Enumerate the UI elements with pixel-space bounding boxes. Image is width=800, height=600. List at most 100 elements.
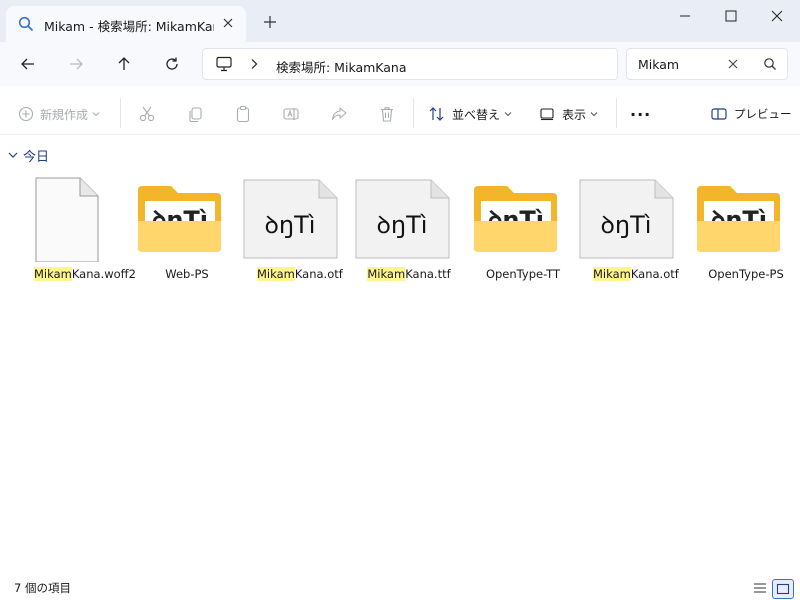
file-item[interactable]: ꝺŋTì MikamKana.otf (241, 174, 351, 304)
more-options-label: ··· (630, 104, 652, 124)
rename-button[interactable] (282, 102, 300, 126)
new-tab-icon[interactable] (262, 14, 278, 30)
up-button[interactable] (114, 54, 134, 74)
file-name: MikamKana.ttf (357, 267, 461, 281)
file-thumbnail (30, 176, 140, 262)
clear-search-icon[interactable] (727, 58, 739, 70)
file-name-rest: Kana.otf (294, 267, 343, 281)
group-header-today[interactable]: 今日 (8, 146, 50, 165)
chevron-down-icon (8, 152, 18, 158)
font-file-icon: ꝺŋTì (355, 179, 450, 259)
close-icon (771, 10, 783, 22)
address-location: 検索場所: MikamKana (276, 60, 407, 75)
refresh-button[interactable] (162, 54, 182, 74)
file-item[interactable]: ꝺŋTì MikamKana.ttf (353, 174, 463, 304)
chevron-down-icon (92, 112, 100, 117)
delete-button[interactable] (378, 102, 396, 126)
file-name: OpenType-PS (694, 267, 798, 281)
divider (120, 98, 121, 128)
plus-circle-icon (18, 106, 34, 122)
search-icon (18, 16, 34, 32)
tiles-view-button[interactable] (772, 579, 794, 599)
file-item[interactable]: MikamKana.woff2 (30, 174, 140, 304)
copy-icon (189, 107, 202, 123)
font-file-icon: ꝺŋTì (243, 179, 338, 259)
divider (413, 98, 414, 128)
folder-thumbnail: ꝺŋTì (690, 176, 800, 262)
file-name-rest: Kana.ttf (405, 267, 451, 281)
font-preview-glyphs: ꝺŋTì (265, 211, 316, 239)
share-button[interactable] (330, 102, 348, 126)
search-match: Mikam (34, 267, 72, 281)
generic-file-icon (35, 177, 99, 262)
close-window-button[interactable] (754, 0, 800, 32)
maximize-icon (725, 10, 737, 22)
file-name-rest: Kana.woff2 (71, 267, 136, 281)
item-count: 7 個の項目 (14, 581, 71, 595)
file-name: OpenType-TT (471, 267, 575, 281)
preview-pane-button[interactable]: プレビュー (710, 102, 792, 126)
title-bar: Mikam - 検索場所: MikamKana (0, 0, 800, 42)
tab-search-results[interactable]: Mikam - 検索場所: MikamKana (6, 6, 246, 42)
list-view-icon (754, 583, 766, 593)
tab-title: Mikam - 検索場所: MikamKana (44, 19, 214, 34)
minimize-button[interactable] (662, 0, 708, 32)
arrow-right-icon (70, 58, 83, 70)
file-thumbnail: ꝺŋTì (577, 176, 687, 262)
folder-item[interactable]: ꝺŋTì OpenType-PS (690, 174, 800, 304)
folder-icon: ꝺŋTì (474, 186, 557, 252)
close-tab-icon[interactable] (220, 15, 236, 31)
new-button-label: 新規作成 (40, 107, 89, 122)
chevron-right-icon[interactable] (249, 58, 259, 70)
chevron-down-icon (590, 112, 598, 117)
view-button[interactable]: 表示 (538, 102, 598, 126)
file-item[interactable]: ꝺŋTì MikamKana.otf (577, 174, 687, 304)
explorer-window: Mikam - 検索場所: MikamKana 検索場所: MikamKana … (0, 0, 800, 600)
trash-icon (381, 107, 393, 122)
file-name-rest: Web-PS (165, 267, 209, 281)
sort-icon (429, 107, 444, 121)
refresh-icon (166, 57, 178, 70)
group-label: 今日 (23, 149, 50, 165)
folder-icon: ꝺŋTì (697, 186, 780, 252)
navigation-bar: 検索場所: MikamKana Mikam (0, 42, 800, 86)
copy-button[interactable] (186, 102, 204, 126)
forward-button[interactable] (66, 54, 86, 74)
sort-button-label: 並べ替え (452, 107, 501, 122)
folder-item[interactable]: ꝺŋTì OpenType-TT (467, 174, 577, 304)
more-options-button[interactable]: ··· (630, 102, 651, 126)
search-input[interactable]: Mikam (626, 48, 788, 80)
paste-button[interactable] (234, 102, 252, 126)
maximize-button[interactable] (708, 0, 754, 32)
preview-pane-label: プレビュー (734, 107, 792, 121)
font-preview-glyphs: ꝺŋTì (377, 211, 428, 239)
arrow-left-icon (21, 58, 34, 70)
file-name-rest: OpenType-TT (485, 267, 561, 281)
search-icon[interactable] (763, 57, 777, 71)
file-thumbnail: ꝺŋTì (353, 176, 463, 262)
folder-thumbnail: ꝺŋTì (467, 176, 577, 262)
file-name-rest: Kana.otf (630, 267, 679, 281)
divider (616, 98, 617, 128)
view-button-label: 表示 (562, 107, 587, 122)
folder-item[interactable]: ꝺŋTì Web-PS (131, 174, 241, 304)
search-query: Mikam (638, 57, 680, 72)
scissors-icon (139, 106, 155, 122)
arrow-up-icon (118, 57, 130, 70)
share-icon (331, 107, 347, 121)
new-button[interactable]: 新規作成 (18, 102, 100, 126)
font-preview-glyphs: ꝺŋTì (601, 211, 652, 239)
file-name: MikamKana.otf (257, 267, 361, 281)
back-button[interactable] (18, 54, 38, 74)
computer-icon (216, 56, 232, 72)
sort-button[interactable]: 並べ替え (428, 102, 512, 126)
address-bar[interactable]: 検索場所: MikamKana (202, 48, 618, 80)
cut-button[interactable] (138, 102, 156, 126)
view-icon (540, 108, 554, 121)
file-name: MikamKana.otf (593, 267, 697, 281)
chevron-down-icon (504, 112, 512, 117)
font-file-icon: ꝺŋTì (579, 179, 674, 259)
details-view-button[interactable] (750, 579, 770, 597)
file-thumbnail: ꝺŋTì (241, 176, 351, 262)
folder-icon: ꝺŋTì (138, 186, 221, 252)
